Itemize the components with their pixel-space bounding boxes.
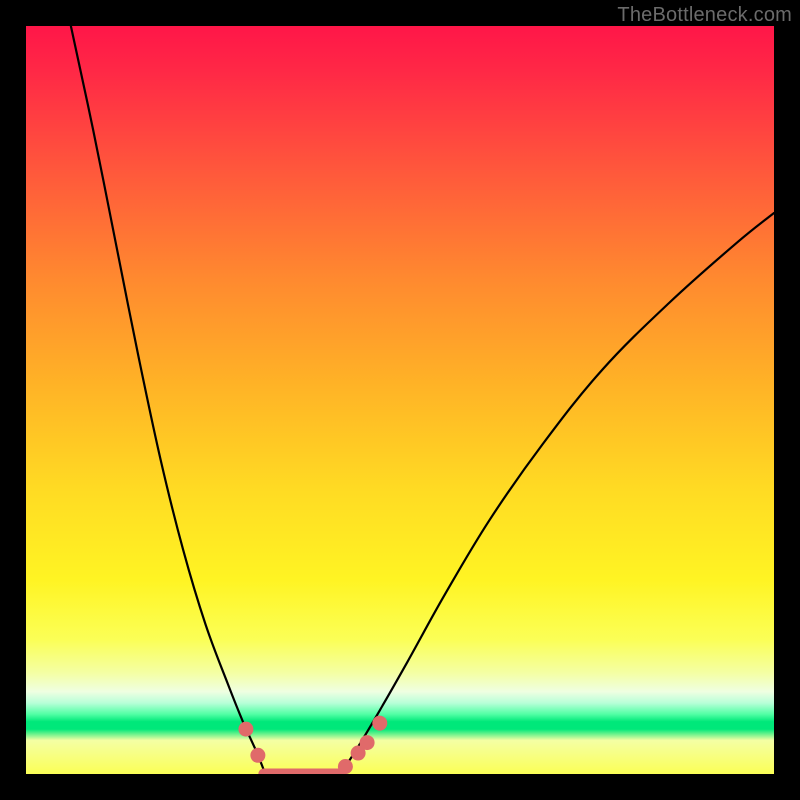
- curve-right-branch: [265, 213, 774, 774]
- highlight-dot: [372, 716, 387, 731]
- chart-frame: [26, 26, 774, 774]
- watermark-text: TheBottleneck.com: [617, 4, 792, 27]
- curve-left-branch: [71, 26, 340, 774]
- highlight-dot: [238, 722, 253, 737]
- highlight-dot: [338, 759, 353, 774]
- highlight-markers: [238, 716, 387, 774]
- chart-svg: [26, 26, 774, 774]
- highlight-dot: [250, 748, 265, 763]
- highlight-dot: [360, 735, 375, 750]
